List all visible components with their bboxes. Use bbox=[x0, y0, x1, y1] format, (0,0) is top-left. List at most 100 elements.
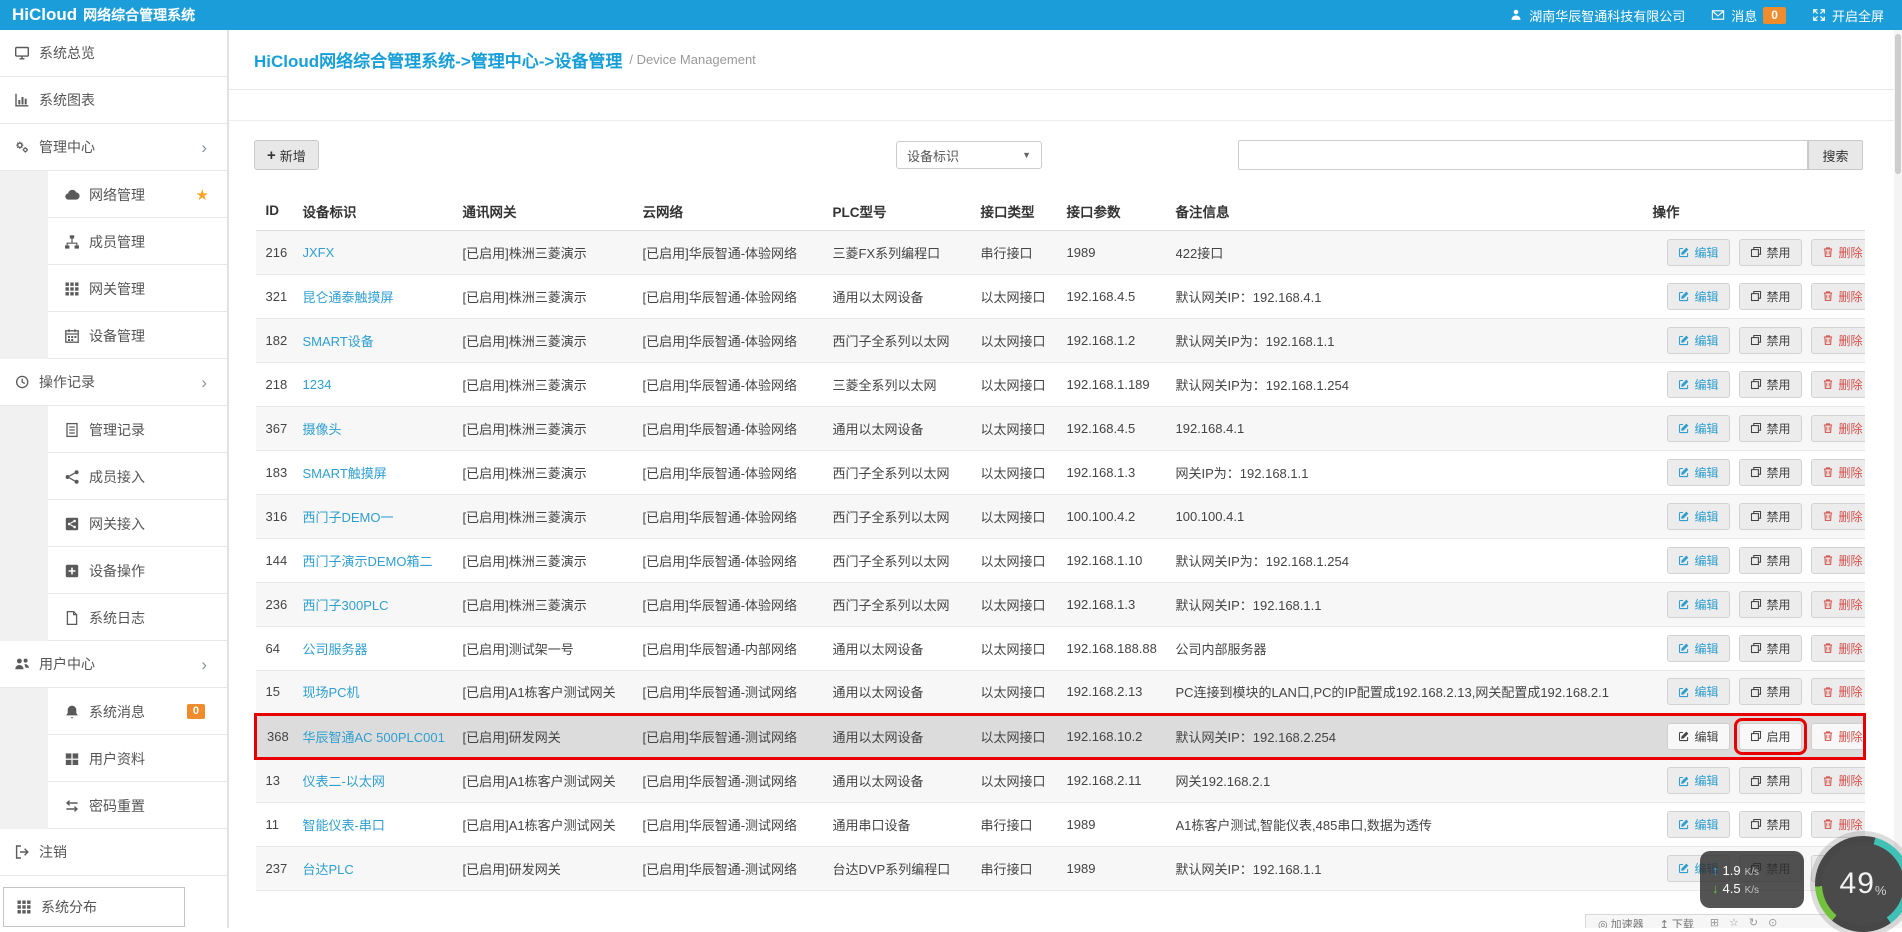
disable-button[interactable]: 禁用 bbox=[1739, 678, 1802, 705]
device-name-link[interactable]: 西门子DEMO一 bbox=[303, 510, 394, 525]
sidebar-item-gateway-access[interactable]: 网关接入 bbox=[0, 500, 227, 547]
disable-button[interactable]: 禁用 bbox=[1739, 239, 1802, 266]
sidebar-item-admin-center[interactable]: 管理中心› bbox=[0, 124, 227, 171]
edit-button[interactable]: 编辑 bbox=[1667, 678, 1730, 705]
row-actions: 编辑禁用删除 bbox=[1653, 459, 1865, 486]
delete-button[interactable]: 删除 bbox=[1811, 239, 1865, 266]
device-name-link[interactable]: 西门子演示DEMO箱二 bbox=[303, 554, 433, 569]
edit-icon bbox=[1678, 642, 1690, 654]
sidebar-item-admin-records[interactable]: 管理记录 bbox=[0, 406, 227, 453]
sidebar-item-system-messages[interactable]: 系统消息0 bbox=[0, 688, 227, 735]
device-name-link[interactable]: 台达PLC bbox=[303, 862, 354, 877]
disable-button[interactable]: 禁用 bbox=[1739, 327, 1802, 354]
device-name-link[interactable]: SMART设备 bbox=[303, 334, 374, 349]
device-name-link[interactable]: JXFX bbox=[303, 245, 335, 260]
device-name-link[interactable]: 摄像头 bbox=[303, 422, 342, 437]
sidebar-item-operation-log[interactable]: 操作记录› bbox=[0, 359, 227, 406]
disable-button[interactable]: 禁用 bbox=[1739, 767, 1802, 794]
signout-icon bbox=[14, 844, 30, 860]
accelerator-item[interactable]: ◎ 加速器 bbox=[1598, 916, 1644, 928]
device-id-cell: 237 bbox=[256, 846, 303, 890]
disable-button[interactable]: 禁用 bbox=[1739, 591, 1802, 618]
device-name-link[interactable]: 昆仑通泰触摸屏 bbox=[303, 290, 394, 305]
delete-button[interactable]: 删除 bbox=[1811, 547, 1865, 574]
device-name-link[interactable]: 华辰智通AC 500PLC001 bbox=[303, 730, 445, 745]
edit-button[interactable]: 编辑 bbox=[1667, 547, 1730, 574]
page-scrollbar[interactable] bbox=[1894, 30, 1902, 928]
edit-button[interactable]: 编辑 bbox=[1667, 811, 1730, 838]
scrollbar-thumb[interactable] bbox=[1895, 34, 1901, 174]
sidebar-item-user-profile[interactable]: 用户资料 bbox=[0, 735, 227, 782]
disable-button[interactable]: 禁用 bbox=[1739, 503, 1802, 530]
delete-button[interactable]: 删除 bbox=[1811, 503, 1865, 530]
edit-button[interactable]: 编辑 bbox=[1667, 415, 1730, 442]
plc-model-cell: 西门子全系列以太网 bbox=[833, 450, 981, 494]
sidebar-item-system-charts[interactable]: 系统图表 bbox=[0, 77, 227, 124]
disable-button[interactable]: 禁用 bbox=[1739, 415, 1802, 442]
edit-button[interactable]: 编辑 bbox=[1667, 327, 1730, 354]
sidebar-item-system-overview[interactable]: 系统总览 bbox=[0, 30, 227, 77]
device-name-link[interactable]: 仪表二-以太网 bbox=[303, 774, 385, 789]
delete-button[interactable]: 删除 bbox=[1811, 635, 1865, 662]
delete-button[interactable]: 删除 bbox=[1811, 283, 1865, 310]
top-app-bar: HiCloud 网络综合管理系统 湖南华辰智通科技有限公司 消息 0 开启全屏 bbox=[0, 0, 1902, 30]
sidebar-item-member-access[interactable]: 成员接入 bbox=[0, 453, 227, 500]
delete-button[interactable]: 删除 bbox=[1811, 723, 1865, 750]
interface-param-cell: 192.168.4.5 bbox=[1067, 274, 1176, 318]
sidebar-item-gateway-mgmt[interactable]: 网关管理 bbox=[0, 265, 227, 312]
device-name-link[interactable]: 公司服务器 bbox=[303, 642, 368, 657]
device-name-link[interactable]: SMART触摸屏 bbox=[303, 466, 387, 481]
sidebar-item-network-mgmt[interactable]: 网络管理★ bbox=[0, 171, 227, 218]
sidebar-item-user-center[interactable]: 用户中心› bbox=[0, 641, 227, 688]
enable-button[interactable]: 启用 bbox=[1739, 723, 1802, 750]
device-filter-select[interactable]: 设备标识 ▼ bbox=[896, 141, 1042, 169]
edit-button[interactable]: 编辑 bbox=[1667, 503, 1730, 530]
edit-button[interactable]: 编辑 bbox=[1667, 239, 1730, 266]
edit-button[interactable]: 编辑 bbox=[1667, 283, 1730, 310]
sidebar-item-label: 用户资料 bbox=[89, 749, 145, 769]
sidebar-item-member-mgmt[interactable]: 成员管理 bbox=[0, 218, 227, 265]
search-button[interactable]: 搜索 bbox=[1808, 140, 1863, 170]
delete-button[interactable]: 删除 bbox=[1811, 415, 1865, 442]
delete-button[interactable]: 删除 bbox=[1811, 767, 1865, 794]
disable-button[interactable]: 禁用 bbox=[1739, 371, 1802, 398]
delete-button[interactable]: 删除 bbox=[1811, 459, 1865, 486]
messages-menu[interactable]: 消息 0 bbox=[1711, 6, 1786, 25]
edit-button[interactable]: 编辑 bbox=[1667, 371, 1730, 398]
delete-button[interactable]: 删除 bbox=[1811, 678, 1865, 705]
history-icon bbox=[14, 374, 30, 390]
disable-button[interactable]: 禁用 bbox=[1739, 459, 1802, 486]
device-name-link[interactable]: 现场PC机 bbox=[303, 685, 360, 700]
sidebar-item-device-mgmt[interactable]: 设备管理 bbox=[0, 312, 227, 359]
fullscreen-toggle[interactable]: 开启全屏 bbox=[1812, 6, 1884, 25]
edit-button[interactable]: 编辑 bbox=[1667, 459, 1730, 486]
device-name-link[interactable]: 1234 bbox=[303, 377, 332, 392]
disable-button[interactable]: 禁用 bbox=[1739, 635, 1802, 662]
add-device-button[interactable]: + 新增 bbox=[254, 140, 319, 170]
search-input[interactable] bbox=[1238, 140, 1808, 170]
sidebar-item-device-operation[interactable]: 设备操作 bbox=[0, 547, 227, 594]
delete-button[interactable]: 删除 bbox=[1811, 591, 1865, 618]
edit-button[interactable]: 编辑 bbox=[1667, 767, 1730, 794]
download-item[interactable]: ↥ 下载 bbox=[1660, 916, 1694, 928]
sidebar-item-system-log[interactable]: 系统日志 bbox=[0, 594, 227, 641]
usage-percent-gauge[interactable]: 49 % bbox=[1815, 836, 1902, 932]
edit-button[interactable]: 编辑 bbox=[1667, 723, 1730, 750]
sidebar-item-logout[interactable]: 注销 bbox=[0, 829, 227, 876]
disable-button[interactable]: 禁用 bbox=[1739, 283, 1802, 310]
disable-button[interactable]: 禁用 bbox=[1739, 811, 1802, 838]
delete-button[interactable]: 删除 bbox=[1811, 811, 1865, 838]
disable-button[interactable]: 禁用 bbox=[1739, 547, 1802, 574]
sidebar-item-password-reset[interactable]: 密码重置 bbox=[0, 782, 227, 829]
sidebar-item-system-distribution[interactable]: 系统分布 bbox=[3, 887, 185, 927]
delete-button[interactable]: 删除 bbox=[1811, 327, 1865, 354]
delete-button[interactable]: 删除 bbox=[1811, 371, 1865, 398]
interface-param-cell: 192.168.1.189 bbox=[1067, 362, 1176, 406]
favorite-icon: ☆ bbox=[1729, 916, 1739, 928]
browser-bar-icons[interactable]: ⊞ ☆ ↻ ⊙ bbox=[1710, 916, 1778, 928]
edit-button[interactable]: 编辑 bbox=[1667, 635, 1730, 662]
edit-button[interactable]: 编辑 bbox=[1667, 591, 1730, 618]
device-name-link[interactable]: 智能仪表-串口 bbox=[303, 818, 385, 833]
device-name-link[interactable]: 西门子300PLC bbox=[303, 598, 389, 613]
company-account[interactable]: 湖南华辰智通科技有限公司 bbox=[1509, 6, 1685, 25]
